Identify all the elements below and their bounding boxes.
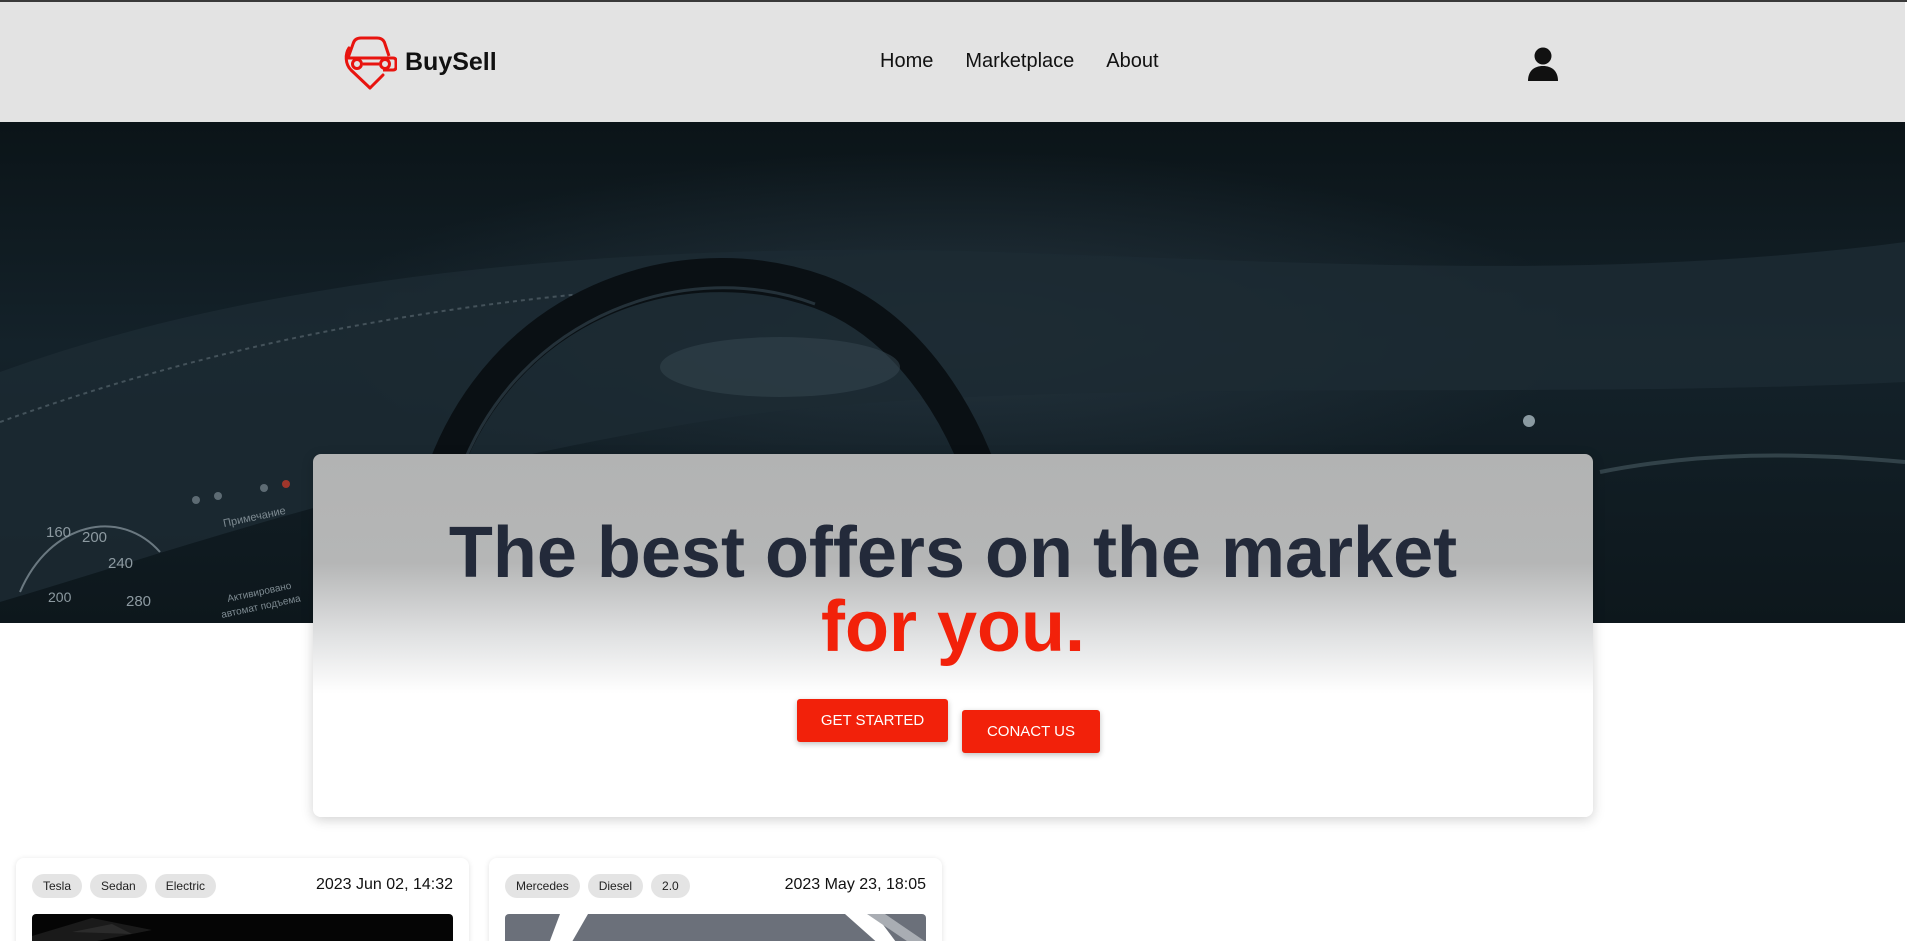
gauge-label-280: 280 (126, 593, 151, 610)
gauge-label-200: 200 (82, 529, 107, 546)
headline-main: The best offers on the market (448, 513, 1458, 593)
hero-card: The best offers on the market for you. G… (313, 454, 1593, 817)
listing-card[interactable]: Mercedes Diesel 2.0 2023 May 23, 18:05 (489, 858, 942, 941)
tag-chip[interactable]: Mercedes (505, 874, 580, 898)
car-heart-icon (344, 36, 397, 90)
site-header: BuySell Home Marketplace About (0, 2, 1905, 122)
listing-image[interactable] (505, 914, 926, 941)
gauge-label-200b: 200 (48, 589, 72, 605)
listing-card[interactable]: Tesla Sedan Electric 2023 Jun 02, 14:32 (16, 858, 469, 941)
car-photo-image (549, 914, 925, 941)
tag-chip[interactable]: 2.0 (651, 874, 690, 898)
main-nav: Home Marketplace About (880, 50, 1159, 73)
user-icon[interactable] (1527, 46, 1559, 82)
contact-us-button[interactable]: CONACT US (962, 710, 1100, 753)
listing-tags: Tesla Sedan Electric (32, 874, 217, 898)
car-photo-image (32, 918, 152, 941)
gauge-label-160: 160 (46, 524, 71, 541)
get-started-button[interactable]: GET STARTED (797, 699, 948, 742)
tag-chip[interactable]: Electric (154, 874, 217, 898)
tag-chip[interactable]: Diesel (587, 874, 644, 898)
listing-image[interactable] (32, 914, 453, 941)
brand-name: BuySell (405, 47, 497, 76)
listing-date: 2023 Jun 02, 14:32 (315, 876, 453, 893)
hero-headline: The best offers on the market for you. (313, 516, 1593, 664)
page: BuySell Home Marketplace About 160 200 2… (0, 0, 1907, 941)
tag-chip[interactable]: Sedan (90, 874, 147, 898)
tag-chip[interactable]: Tesla (32, 874, 83, 898)
nav-home-link[interactable]: Home (880, 50, 933, 73)
brand-logo-link[interactable]: BuySell (343, 32, 497, 92)
gauge-label-240: 240 (108, 555, 133, 572)
listing-tags: Mercedes Diesel 2.0 (505, 874, 690, 898)
headline-accent: for you. (821, 587, 1085, 667)
listing-date: 2023 May 23, 18:05 (784, 876, 926, 893)
nav-marketplace-link[interactable]: Marketplace (965, 50, 1074, 73)
nav-about-link[interactable]: About (1106, 50, 1158, 73)
